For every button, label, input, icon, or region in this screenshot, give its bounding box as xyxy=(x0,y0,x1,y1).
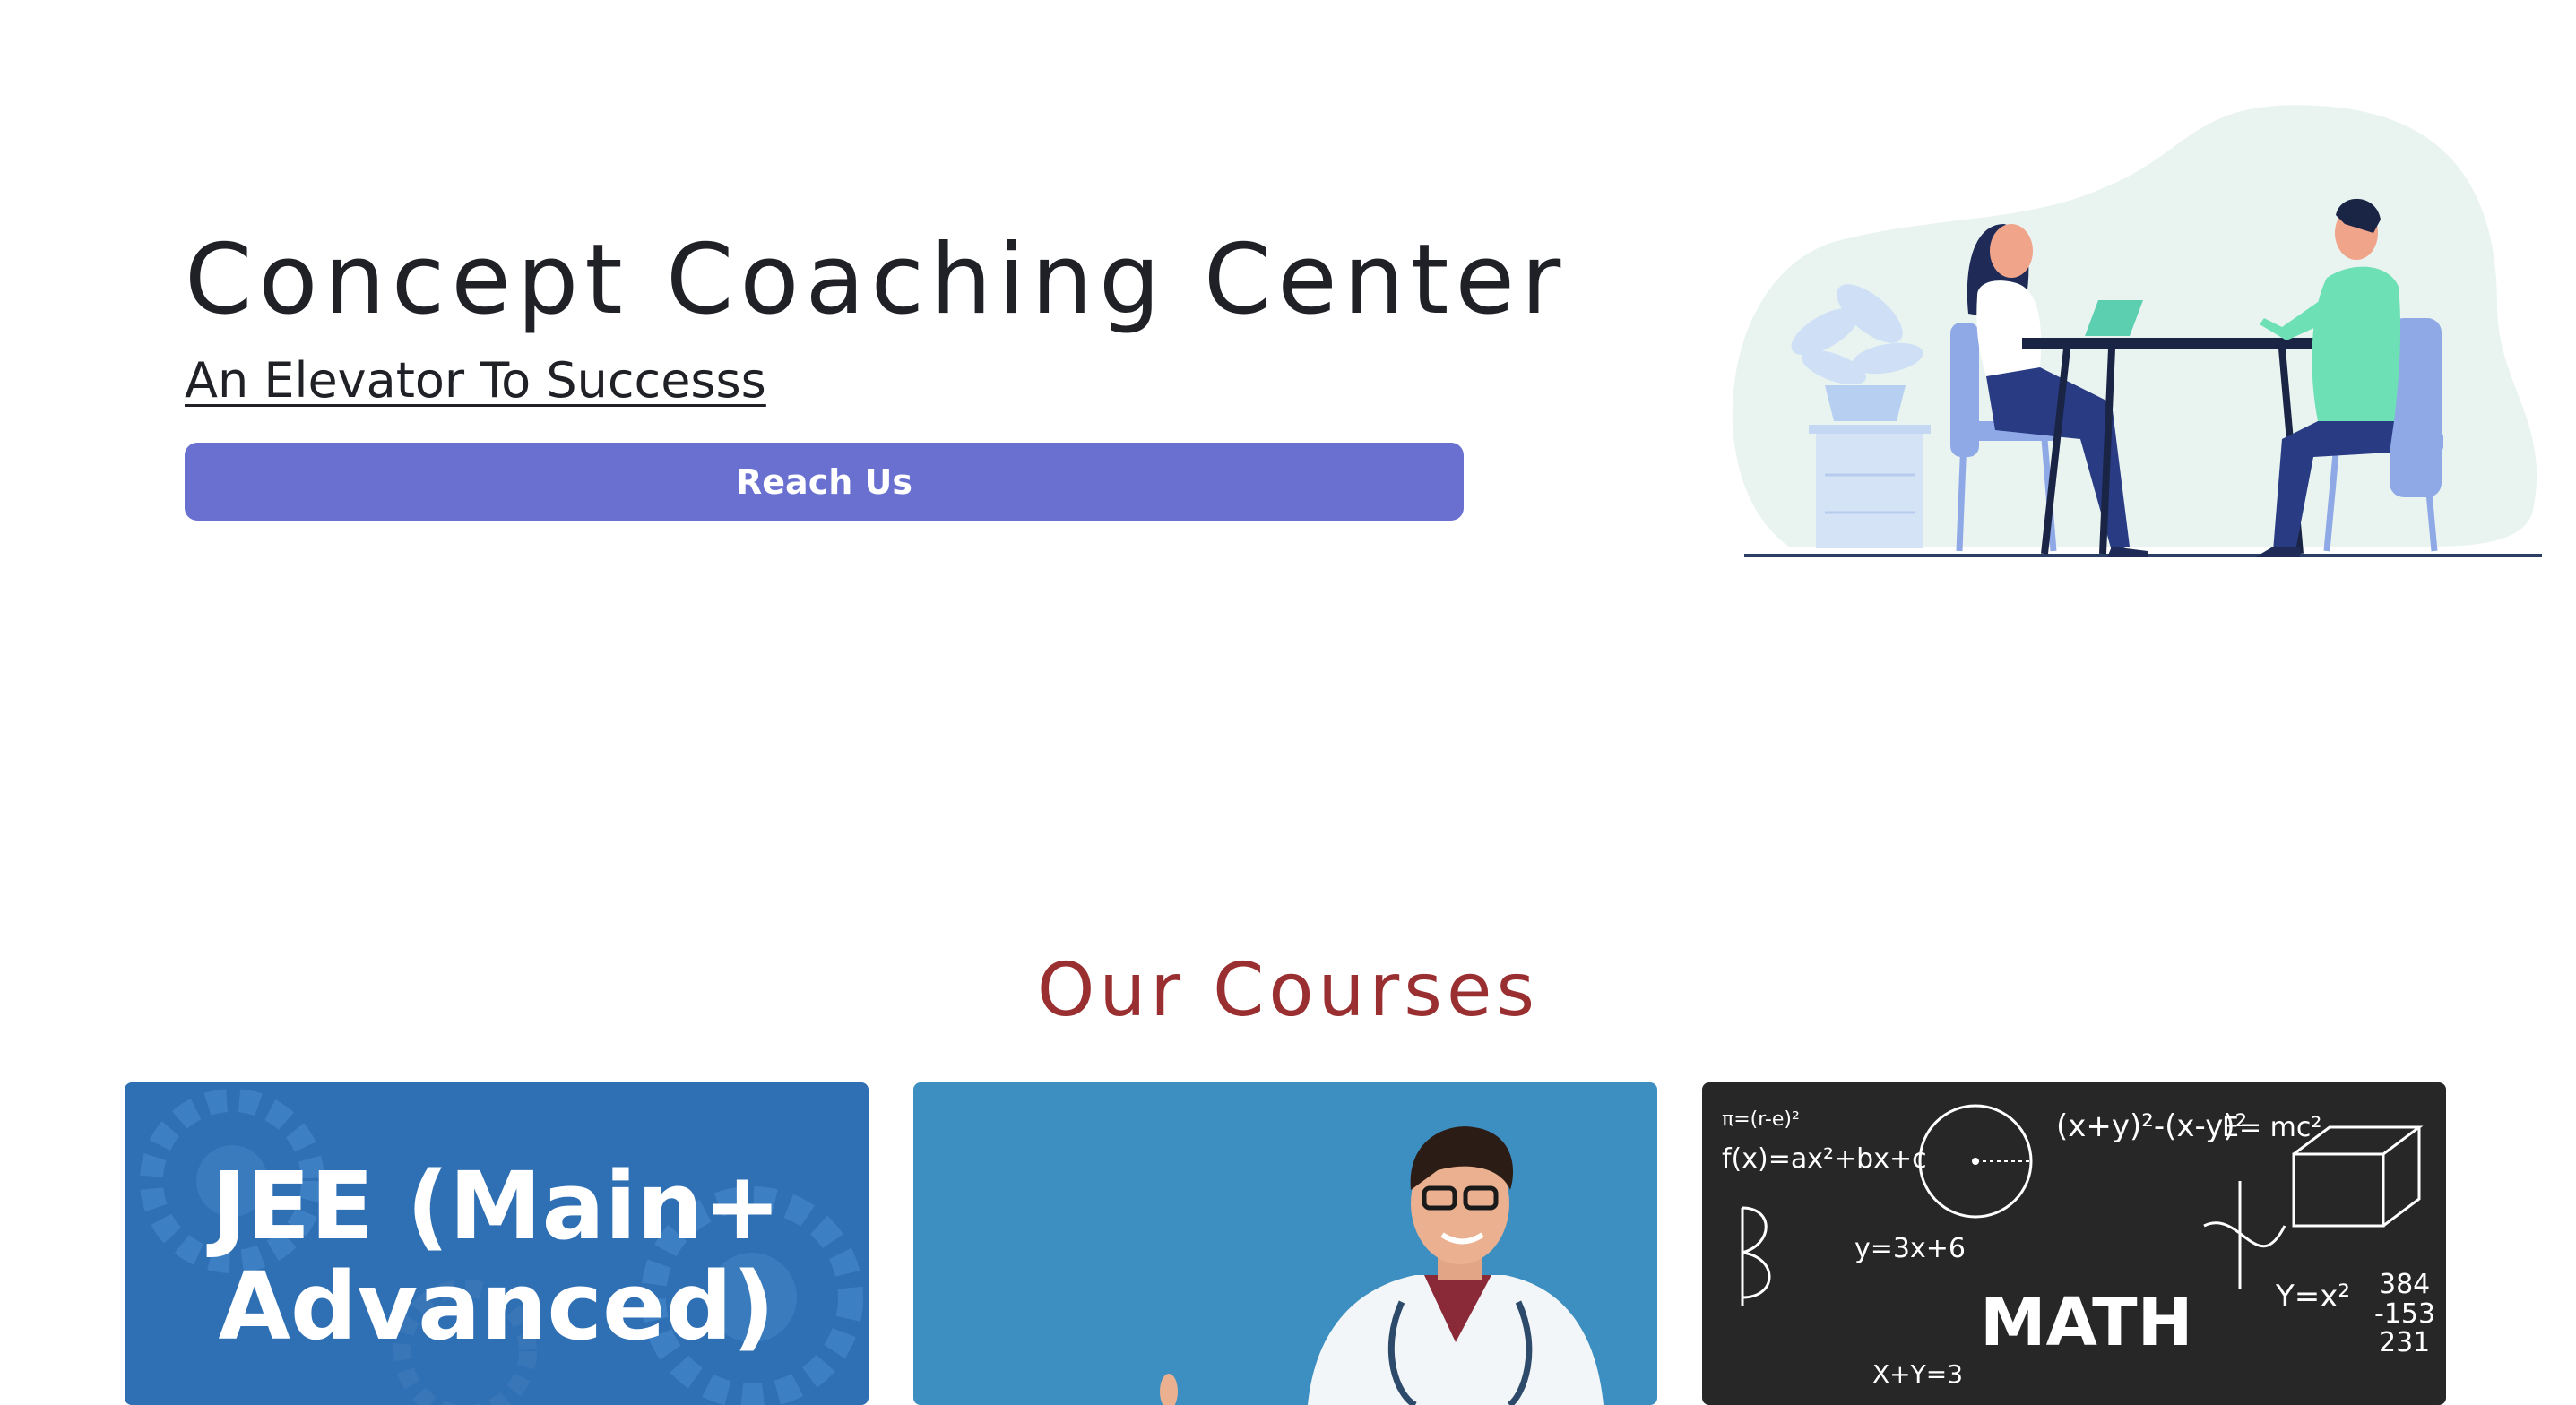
formula-text: f(x)=ax²+bx+c xyxy=(1722,1143,1927,1175)
formula-text: -153 xyxy=(2374,1298,2435,1330)
formula-text: E= mc² xyxy=(2222,1112,2321,1143)
jee-text-line1: JEE (Main+ xyxy=(212,1151,782,1261)
hero-tagline-link[interactable]: An Elevator To Successs xyxy=(185,352,766,409)
course-card-math-text: MATH xyxy=(1980,1284,2193,1361)
courses-section-title: Our Courses xyxy=(1036,948,1540,1033)
jee-text-line2: Advanced) xyxy=(218,1252,775,1361)
formula-text: X+Y=3 xyxy=(1872,1359,1963,1389)
course-card-jee-text: JEE (Main+ Advanced) xyxy=(125,1156,869,1357)
formula-text: 384 xyxy=(2379,1269,2430,1300)
course-card-jee[interactable]: JEE (Main+ Advanced) xyxy=(125,1082,869,1405)
formula-text: π=(r-e)² xyxy=(1722,1108,1800,1131)
formula-text: (x+y)²-(x-y)² xyxy=(2056,1108,2247,1144)
cabinet-icon xyxy=(1809,425,1931,548)
formula-text: y=3x+6 xyxy=(1854,1233,1966,1264)
formula-text: Y=x² xyxy=(2275,1279,2350,1314)
hero-title: Concept Coaching Center xyxy=(185,224,1568,336)
doctor-figure-icon xyxy=(1160,1126,1604,1405)
reach-us-button[interactable]: Reach Us xyxy=(185,443,1464,521)
course-card-medical[interactable] xyxy=(913,1082,1657,1405)
course-card-math[interactable]: π=(r-e)² f(x)=ax²+bx+c (x+y)²-(x-y)² E= … xyxy=(1702,1082,2446,1405)
formula-text: 231 xyxy=(2379,1327,2430,1358)
meeting-illustration xyxy=(1732,105,2542,557)
